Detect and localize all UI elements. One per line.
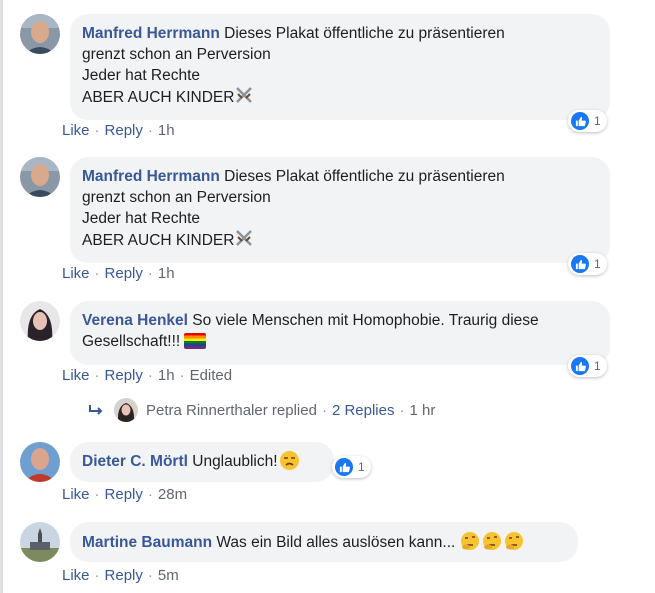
like-link[interactable]: Like xyxy=(62,367,90,384)
like-reaction-icon xyxy=(571,255,589,273)
separator: · xyxy=(147,122,153,139)
reply-link[interactable]: Reply xyxy=(105,122,143,139)
comment-author[interactable]: Manfred Herrmann xyxy=(82,168,220,185)
comment-text-line: Dieses Plakat öffentliche zu präsentiere… xyxy=(224,25,505,42)
comment-actions: Like · Reply · 1h · Edited xyxy=(62,367,232,384)
separator: · xyxy=(94,122,100,139)
comment-bubble: Verena Henkel So viele Menschen mit Homo… xyxy=(70,301,610,365)
reaction-count[interactable]: 1 xyxy=(568,355,607,377)
like-link[interactable]: Like xyxy=(62,122,90,139)
comment-text-line: grenzt schon an Perversion xyxy=(82,46,271,63)
avatar[interactable] xyxy=(20,14,60,54)
comment-actions: Like · Reply · 1h xyxy=(62,265,175,282)
separator: · xyxy=(179,367,185,384)
replies-summary[interactable]: Petra Rinnerthaler replied · 2 Replies · 1 h… xyxy=(88,398,435,422)
comment-text-line: ABER AUCH KINDER xyxy=(82,232,235,249)
comment-bubble: Martine Baumann Was ein Bild alles auslö… xyxy=(70,522,578,562)
reaction-number: 1 xyxy=(358,460,365,474)
avatar[interactable] xyxy=(20,301,60,341)
comment-text-line: Jeder hat Rechte xyxy=(82,210,201,227)
reply-link[interactable]: Reply xyxy=(105,567,143,584)
separator: · xyxy=(94,367,100,384)
edited-label[interactable]: Edited xyxy=(190,367,233,384)
timestamp[interactable]: 1h xyxy=(158,122,175,139)
reply-link[interactable]: Reply xyxy=(105,486,143,503)
replies-count[interactable]: 2 Replies xyxy=(332,402,395,419)
comment-text-line: Was ein Bild alles auslösen kann... xyxy=(216,534,456,551)
reaction-number: 1 xyxy=(594,257,601,271)
thinking-face-icon xyxy=(460,531,526,551)
separator: · xyxy=(94,567,100,584)
reply-arrow-icon xyxy=(88,404,104,416)
like-reaction-icon xyxy=(571,357,589,375)
separator: · xyxy=(94,486,100,503)
comment-author[interactable]: Martine Baumann xyxy=(82,534,212,551)
timestamp[interactable]: 5m xyxy=(158,567,179,584)
timestamp[interactable]: 28m xyxy=(158,486,187,503)
reaction-count[interactable]: 1 xyxy=(332,456,371,478)
separator: · xyxy=(147,486,153,503)
comment-text-line: Jeder hat Rechte xyxy=(82,67,201,84)
comment-author[interactable]: Verena Henkel xyxy=(82,312,188,329)
comment-text-line: Dieses Plakat öffentliche zu präsentiere… xyxy=(224,168,505,185)
thread-indent-line xyxy=(0,0,3,593)
like-reaction-icon xyxy=(335,458,353,476)
avatar[interactable] xyxy=(20,522,60,562)
avatar[interactable] xyxy=(114,398,138,422)
comment-bubble: Manfred Herrmann Dieses Plakat öffentlic… xyxy=(70,14,610,120)
crossed-swords-icon xyxy=(234,229,254,253)
separator: · xyxy=(94,265,100,282)
comment-author[interactable]: Manfred Herrmann xyxy=(82,25,220,42)
like-link[interactable]: Like xyxy=(62,265,90,282)
timestamp[interactable]: 1h xyxy=(158,367,175,384)
separator: · xyxy=(147,265,153,282)
comment-actions: Like · Reply · 28m xyxy=(62,486,187,503)
comment-author[interactable]: Dieter C. Mörtl xyxy=(82,453,188,470)
separator: · xyxy=(147,367,153,384)
like-reaction-icon xyxy=(571,112,589,130)
like-link[interactable]: Like xyxy=(62,486,90,503)
separator: · xyxy=(147,567,153,584)
reaction-number: 1 xyxy=(594,359,601,373)
separator: · xyxy=(399,401,405,419)
reply-link[interactable]: Reply xyxy=(105,367,143,384)
reply-action: replied xyxy=(271,401,317,419)
comment-text-line: So viele Menschen mit Homophobie. Trauri… xyxy=(192,312,539,329)
reaction-number: 1 xyxy=(594,114,601,128)
timestamp[interactable]: 1h xyxy=(158,265,175,282)
reaction-count[interactable]: 1 xyxy=(568,110,607,132)
comment-text-line: Gesellschaft!!! xyxy=(82,333,181,350)
reaction-count[interactable]: 1 xyxy=(568,253,607,275)
crossed-swords-icon xyxy=(234,86,254,110)
reply-author[interactable]: Petra Rinnerthaler xyxy=(146,402,268,419)
separator: · xyxy=(321,401,327,419)
comment-actions: Like · Reply · 1h xyxy=(62,122,175,139)
avatar[interactable] xyxy=(20,157,60,197)
comment-actions: Like · Reply · 5m xyxy=(62,567,179,584)
avatar[interactable] xyxy=(20,442,60,482)
rainbow-flag-icon xyxy=(184,333,207,349)
comment-text-line: grenzt schon an Perversion xyxy=(82,189,271,206)
comment-text-line: Unglaublich! xyxy=(192,453,278,470)
like-link[interactable]: Like xyxy=(62,567,90,584)
comment-bubble: Dieter C. Mörtl Unglaublich! xyxy=(70,442,334,482)
unamused-face-icon xyxy=(279,451,299,470)
timestamp: 1 hr xyxy=(409,401,436,419)
reply-link[interactable]: Reply xyxy=(105,265,143,282)
comment-bubble: Manfred Herrmann Dieses Plakat öffentlic… xyxy=(70,157,610,263)
comment-text-line: ABER AUCH KINDER xyxy=(82,89,235,106)
